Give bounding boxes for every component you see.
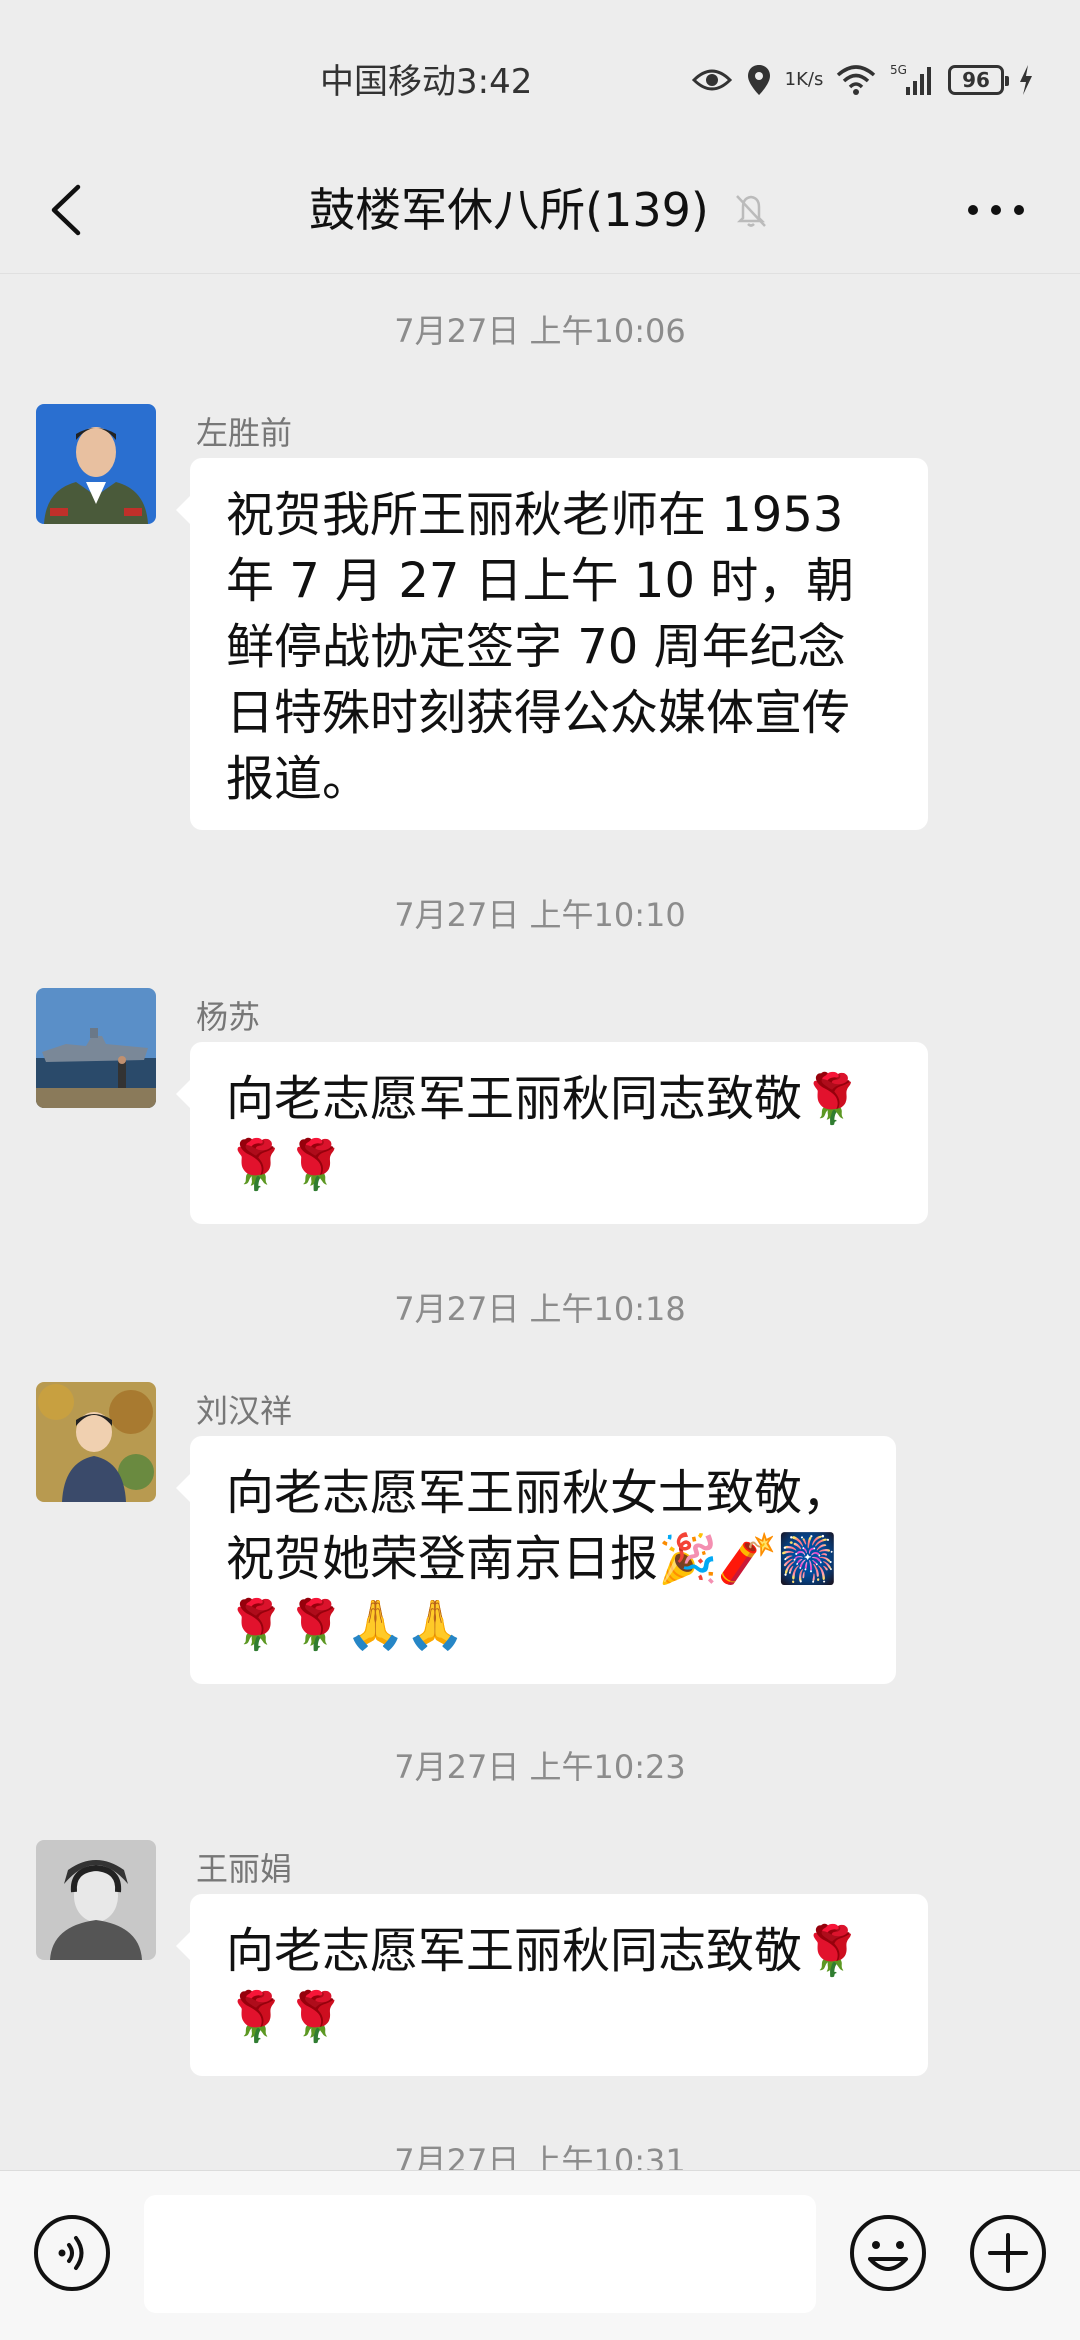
status-icons: 1 K/s 5G 96 <box>692 50 1034 110</box>
signal-icon: 5G <box>890 63 934 97</box>
location-icon <box>746 63 772 97</box>
sender-name: 王丽娟 <box>196 1850 293 1888</box>
eye-icon <box>692 66 732 94</box>
plus-button[interactable] <box>966 2211 1050 2295</box>
sender-name: 刘汉祥 <box>196 1392 293 1430</box>
message-timestamp: 7月27日 上午10:31 <box>394 2142 686 2170</box>
message-bubble[interactable]: 向老志愿军王丽秋女士致敬， 祝贺她荣登南京日报🎉🧨🎆 🌹🌹🙏🙏 <box>176 1436 896 1684</box>
plus-icon <box>970 2215 1046 2291</box>
avatar[interactable] <box>36 404 156 524</box>
net-speed-value: 1 <box>784 69 797 90</box>
bell-off-icon <box>735 195 766 227</box>
message-bubble[interactable]: 向老志愿军王丽秋同志致敬🌹 🌹🌹 <box>176 1042 928 1224</box>
avatar[interactable] <box>36 1382 156 1502</box>
message-bubble[interactable]: 向老志愿军王丽秋同志致敬🌹 🌹🌹 <box>176 1894 928 2076</box>
message-bubble[interactable]: 祝贺我所王丽秋老师在 1953 年 7 月 27 日上午 10 时，朝 鲜停战协… <box>176 458 928 830</box>
message-list[interactable]: 7月27日 上午10:06 左胜前 祝贺我所王丽秋老师在 1953 年 7 月 … <box>0 274 1080 2170</box>
message-timestamp: 7月27日 上午10:23 <box>394 1748 686 1786</box>
avatar[interactable] <box>36 1840 156 1960</box>
message-timestamp: 7月27日 上午10:10 <box>394 896 686 934</box>
net-speed-indicator: 1 K/s <box>784 69 824 90</box>
chat-title-bar: 鼓楼军休八所(139) <box>0 174 1080 246</box>
message-timestamp: 7月27日 上午10:18 <box>394 1290 686 1328</box>
message-input[interactable] <box>144 2195 816 2313</box>
charging-icon <box>1018 65 1034 95</box>
input-bar <box>0 2170 1080 2340</box>
clock: 3:42 <box>456 62 533 102</box>
network-type-label: 5G <box>890 63 907 77</box>
more-button[interactable] <box>960 174 1032 246</box>
more-horizontal-icon <box>968 205 1024 215</box>
avatar[interactable] <box>36 988 156 1108</box>
emoji-button[interactable] <box>846 2211 930 2295</box>
message-timestamp: 7月27日 上午10:06 <box>394 312 686 350</box>
emoji-icon <box>850 2215 926 2291</box>
voice-icon <box>34 2215 110 2291</box>
chat-header: 鼓楼军休八所(139) <box>0 150 1080 274</box>
page-title: 鼓楼军休八所(139) <box>309 183 709 237</box>
status-carrier-time: 中国移动3:42 <box>320 54 532 103</box>
net-speed-unit: K/s <box>796 69 824 90</box>
sender-name: 杨苏 <box>196 998 261 1036</box>
battery-icon: 96 <box>948 65 1009 95</box>
carrier-name: 中国移动 <box>320 62 456 102</box>
voice-button[interactable] <box>30 2211 114 2295</box>
wifi-icon <box>836 65 876 95</box>
status-bar: 中国移动3:42 1 K/s 5G 96 <box>0 0 1080 150</box>
sender-name: 左胜前 <box>196 414 293 452</box>
battery-level: 96 <box>962 68 990 92</box>
